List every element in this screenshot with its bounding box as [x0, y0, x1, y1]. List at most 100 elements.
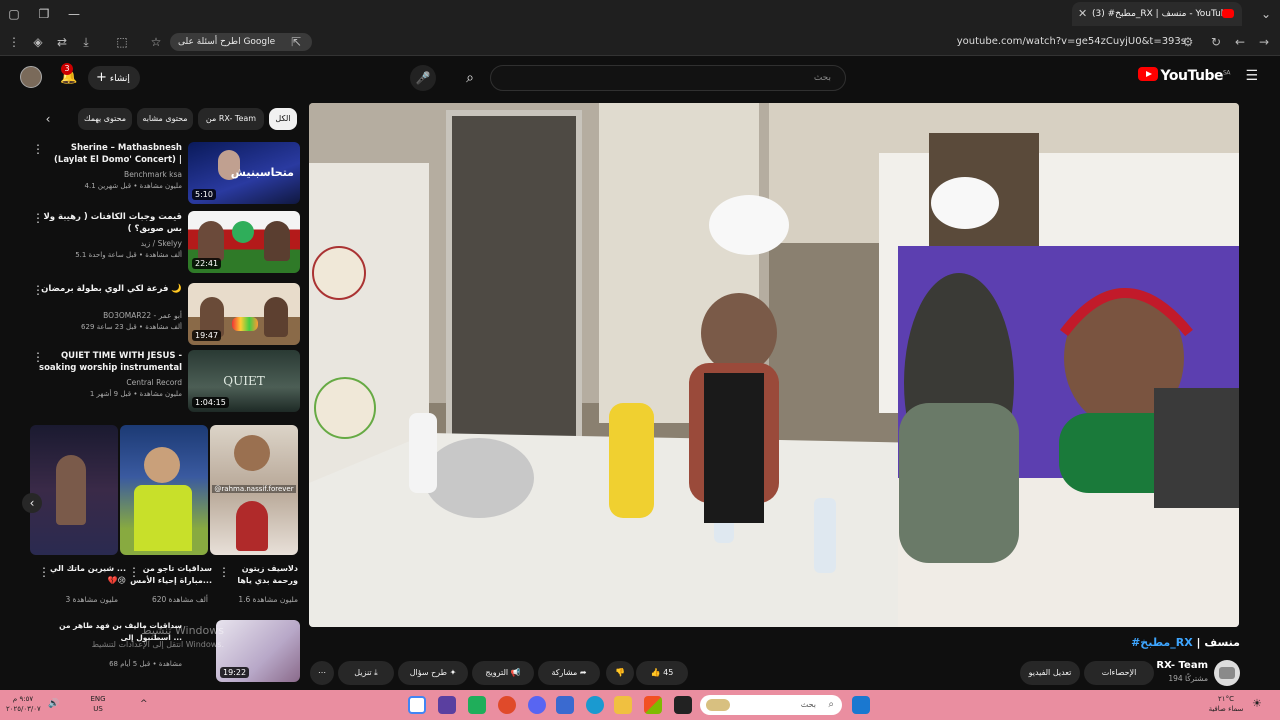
window-icon[interactable]: ▢ — [4, 4, 24, 24]
notifications-bell-icon[interactable]: 🔔 3 — [58, 63, 80, 88]
tray-expand-icon[interactable]: ^ — [140, 694, 148, 714]
profile-icon[interactable]: ◈ — [28, 32, 48, 52]
create-button[interactable]: + إنشاء — [88, 66, 140, 90]
app-icon[interactable] — [468, 696, 486, 714]
restore-icon[interactable]: ❐ — [34, 4, 54, 24]
chrome-icon[interactable] — [408, 696, 426, 714]
weather-widget[interactable]: ٢١°C سماء صافية — [1204, 694, 1248, 714]
list-item[interactable]: ⋮ فرعة لكي الوي بطولة برمضان 🌙 BO3OMAR22… — [30, 283, 300, 349]
app-icon[interactable] — [644, 696, 662, 714]
short-title[interactable]: سداقيات تاجو من مباراة إحياء الأمس... — [128, 563, 212, 587]
more-menu-icon[interactable]: ⋮ — [4, 32, 24, 52]
voice-search-icon[interactable]: 🎤 — [410, 65, 436, 91]
close-tab-icon[interactable]: ✕ — [1078, 2, 1087, 26]
short-thumbnail[interactable] — [30, 425, 118, 555]
guide-menu-icon[interactable]: ☰ — [1245, 68, 1258, 84]
list-item[interactable]: ⋮ Sherine – Mathasbnesh (Laylat El Domo'… — [30, 142, 300, 208]
search-highlight-icon — [706, 699, 730, 711]
address-bar[interactable]: youtube.com/watch?v=ge54zCuyjU0&t=393s — [957, 28, 1186, 56]
video-thumbnail[interactable]: متحاسبنيش 5:10 — [188, 142, 300, 204]
share-page-icon[interactable]: ⇱ — [286, 32, 306, 52]
more-actions-button[interactable]: ⋯ — [310, 661, 334, 685]
like-button[interactable]: 👍 45 — [636, 661, 688, 685]
short-title[interactable]: دلاسيف زيتون ورحمة بدي ياها — [214, 563, 298, 587]
video-meta: 629 ألف مشاهدة • قبل 23 ساعة — [81, 323, 182, 331]
thumb-text: QUIET — [223, 374, 265, 388]
taskbar-search[interactable]: بحث ⌕ — [700, 695, 842, 715]
extensions-icon[interactable]: ⬚ — [112, 32, 132, 52]
chip-for-you[interactable]: محتوى يهمك — [78, 108, 132, 130]
edit-video-button[interactable]: تعديل الفيديو — [1020, 661, 1080, 685]
video-thumbnail[interactable]: QUIET 1:04:15 — [188, 350, 300, 412]
video-title-text: | منسف — [1192, 636, 1240, 649]
channel-name[interactable]: Central Record — [36, 378, 182, 387]
bookmark-star-icon[interactable]: ☆ — [146, 32, 166, 52]
search-input[interactable]: بحث — [490, 65, 846, 91]
video-hashtag[interactable]: #مطبخ_RX — [1131, 636, 1193, 649]
chevron-left-icon[interactable]: ‹ — [38, 109, 58, 129]
chip-all[interactable]: الكل — [269, 108, 297, 130]
minimize-icon[interactable]: — — [64, 4, 84, 24]
volume-icon[interactable]: 🔊 — [48, 694, 59, 714]
sparkle-icon: ✦ — [447, 668, 457, 677]
edge-icon[interactable] — [586, 696, 604, 714]
promote-button[interactable]: الترويج 📢 — [472, 661, 534, 685]
download-icon[interactable]: ⤓ — [76, 32, 96, 52]
browser-tab[interactable]: ✕ (3) #مطبخ_RX | منسف - YouTube — [1072, 2, 1242, 26]
discord-icon[interactable] — [528, 696, 546, 714]
short-thumbnail[interactable] — [120, 425, 208, 555]
tab-title: (3) #مطبخ_RX | منسف - YouTube — [1092, 9, 1233, 19]
search-placeholder: بحث — [813, 73, 831, 83]
person-figure — [264, 297, 288, 337]
video-thumbnail[interactable]: 22:41 — [188, 211, 300, 273]
person-figure — [198, 221, 224, 261]
app-icon[interactable] — [556, 696, 574, 714]
reload-icon[interactable]: ↻ — [1206, 32, 1226, 52]
video-title[interactable]: Sherine – Mathasbnesh (Laylat El Domo' C… — [36, 142, 182, 166]
megaphone-icon: 📢 — [508, 668, 521, 677]
account-avatar[interactable] — [20, 66, 42, 88]
share-button[interactable]: مشاركة ➦ — [538, 661, 600, 685]
stats-button[interactable]: الإحصاءات — [1084, 661, 1154, 685]
channel-name[interactable]: Benchmark ksa — [36, 170, 182, 179]
video-title[interactable]: قيمت وجبات الكافتات ( رهيبة ولا بس صويق؟… — [36, 211, 182, 235]
short-thumbnail[interactable]: @rahma.nassif.forever — [210, 425, 298, 555]
shorts-prev-icon[interactable]: ‹ — [22, 493, 42, 513]
site-settings-icon[interactable]: ⚙ — [1178, 32, 1198, 52]
video-title[interactable]: QUIET TIME WITH JESUS - soaking worship … — [36, 350, 182, 374]
thumbs-down-icon: 👎 — [615, 668, 625, 677]
app-icon[interactable] — [438, 696, 456, 714]
channel-name[interactable]: BO3OMAR22 - أبو عمر — [36, 311, 182, 320]
tab-search-icon[interactable]: ⌄ — [1256, 4, 1276, 24]
file-explorer-icon[interactable] — [614, 696, 632, 714]
forward-icon[interactable]: ← — [1230, 32, 1250, 52]
download-button[interactable]: تنزيل ⤓ — [338, 661, 394, 685]
translate-icon[interactable]: ⇄ — [52, 32, 72, 52]
app-icon[interactable] — [674, 696, 692, 714]
channel-name[interactable]: زيد / Skelyy — [36, 239, 182, 248]
video-player[interactable] — [309, 103, 1239, 627]
list-item[interactable]: ⋮ QUIET TIME WITH JESUS - soaking worshi… — [30, 350, 300, 416]
chip-related[interactable]: محتوى مشابه — [137, 108, 193, 130]
app-icon[interactable] — [498, 696, 516, 714]
clock[interactable]: ٩:٥٧ م ٢٠٢٥/٠٣/٠٧ — [6, 694, 41, 714]
video-thumbnail[interactable]: 19:47 — [188, 283, 300, 345]
duration-badge: 19:47 — [192, 330, 222, 341]
video-meta: 4.1 مليون مشاهدة • قبل شهرين — [84, 182, 182, 190]
video-title[interactable]: فرعة لكي الوي بطولة برمضان 🌙 — [36, 283, 182, 295]
youtube-logo[interactable]: YouTubeSA — [1137, 67, 1231, 84]
dislike-button[interactable]: 👎 — [606, 661, 634, 685]
start-icon[interactable] — [852, 696, 870, 714]
list-item[interactable]: ⋮ قيمت وجبات الكافتات ( رهيبة ولا بس صوي… — [30, 211, 300, 277]
ask-button[interactable]: طرح سؤال ✦ — [398, 661, 468, 685]
back-icon[interactable]: → — [1254, 32, 1274, 52]
language-indicator[interactable]: ENG US — [88, 694, 108, 714]
duration-badge: 5:10 — [192, 189, 216, 200]
video-title: #مطبخ_RX | منسف — [1131, 636, 1240, 649]
chip-from-channel[interactable]: من RX- Team — [198, 108, 264, 130]
duration-badge: 1:04:15 — [192, 397, 229, 408]
search-button-icon[interactable]: ⌕ — [452, 65, 488, 91]
short-title[interactable]: شيرين ماتك الي ... 💔😢 — [42, 563, 126, 587]
plus-icon: + — [96, 70, 107, 85]
youtube-play-icon — [1137, 67, 1158, 81]
